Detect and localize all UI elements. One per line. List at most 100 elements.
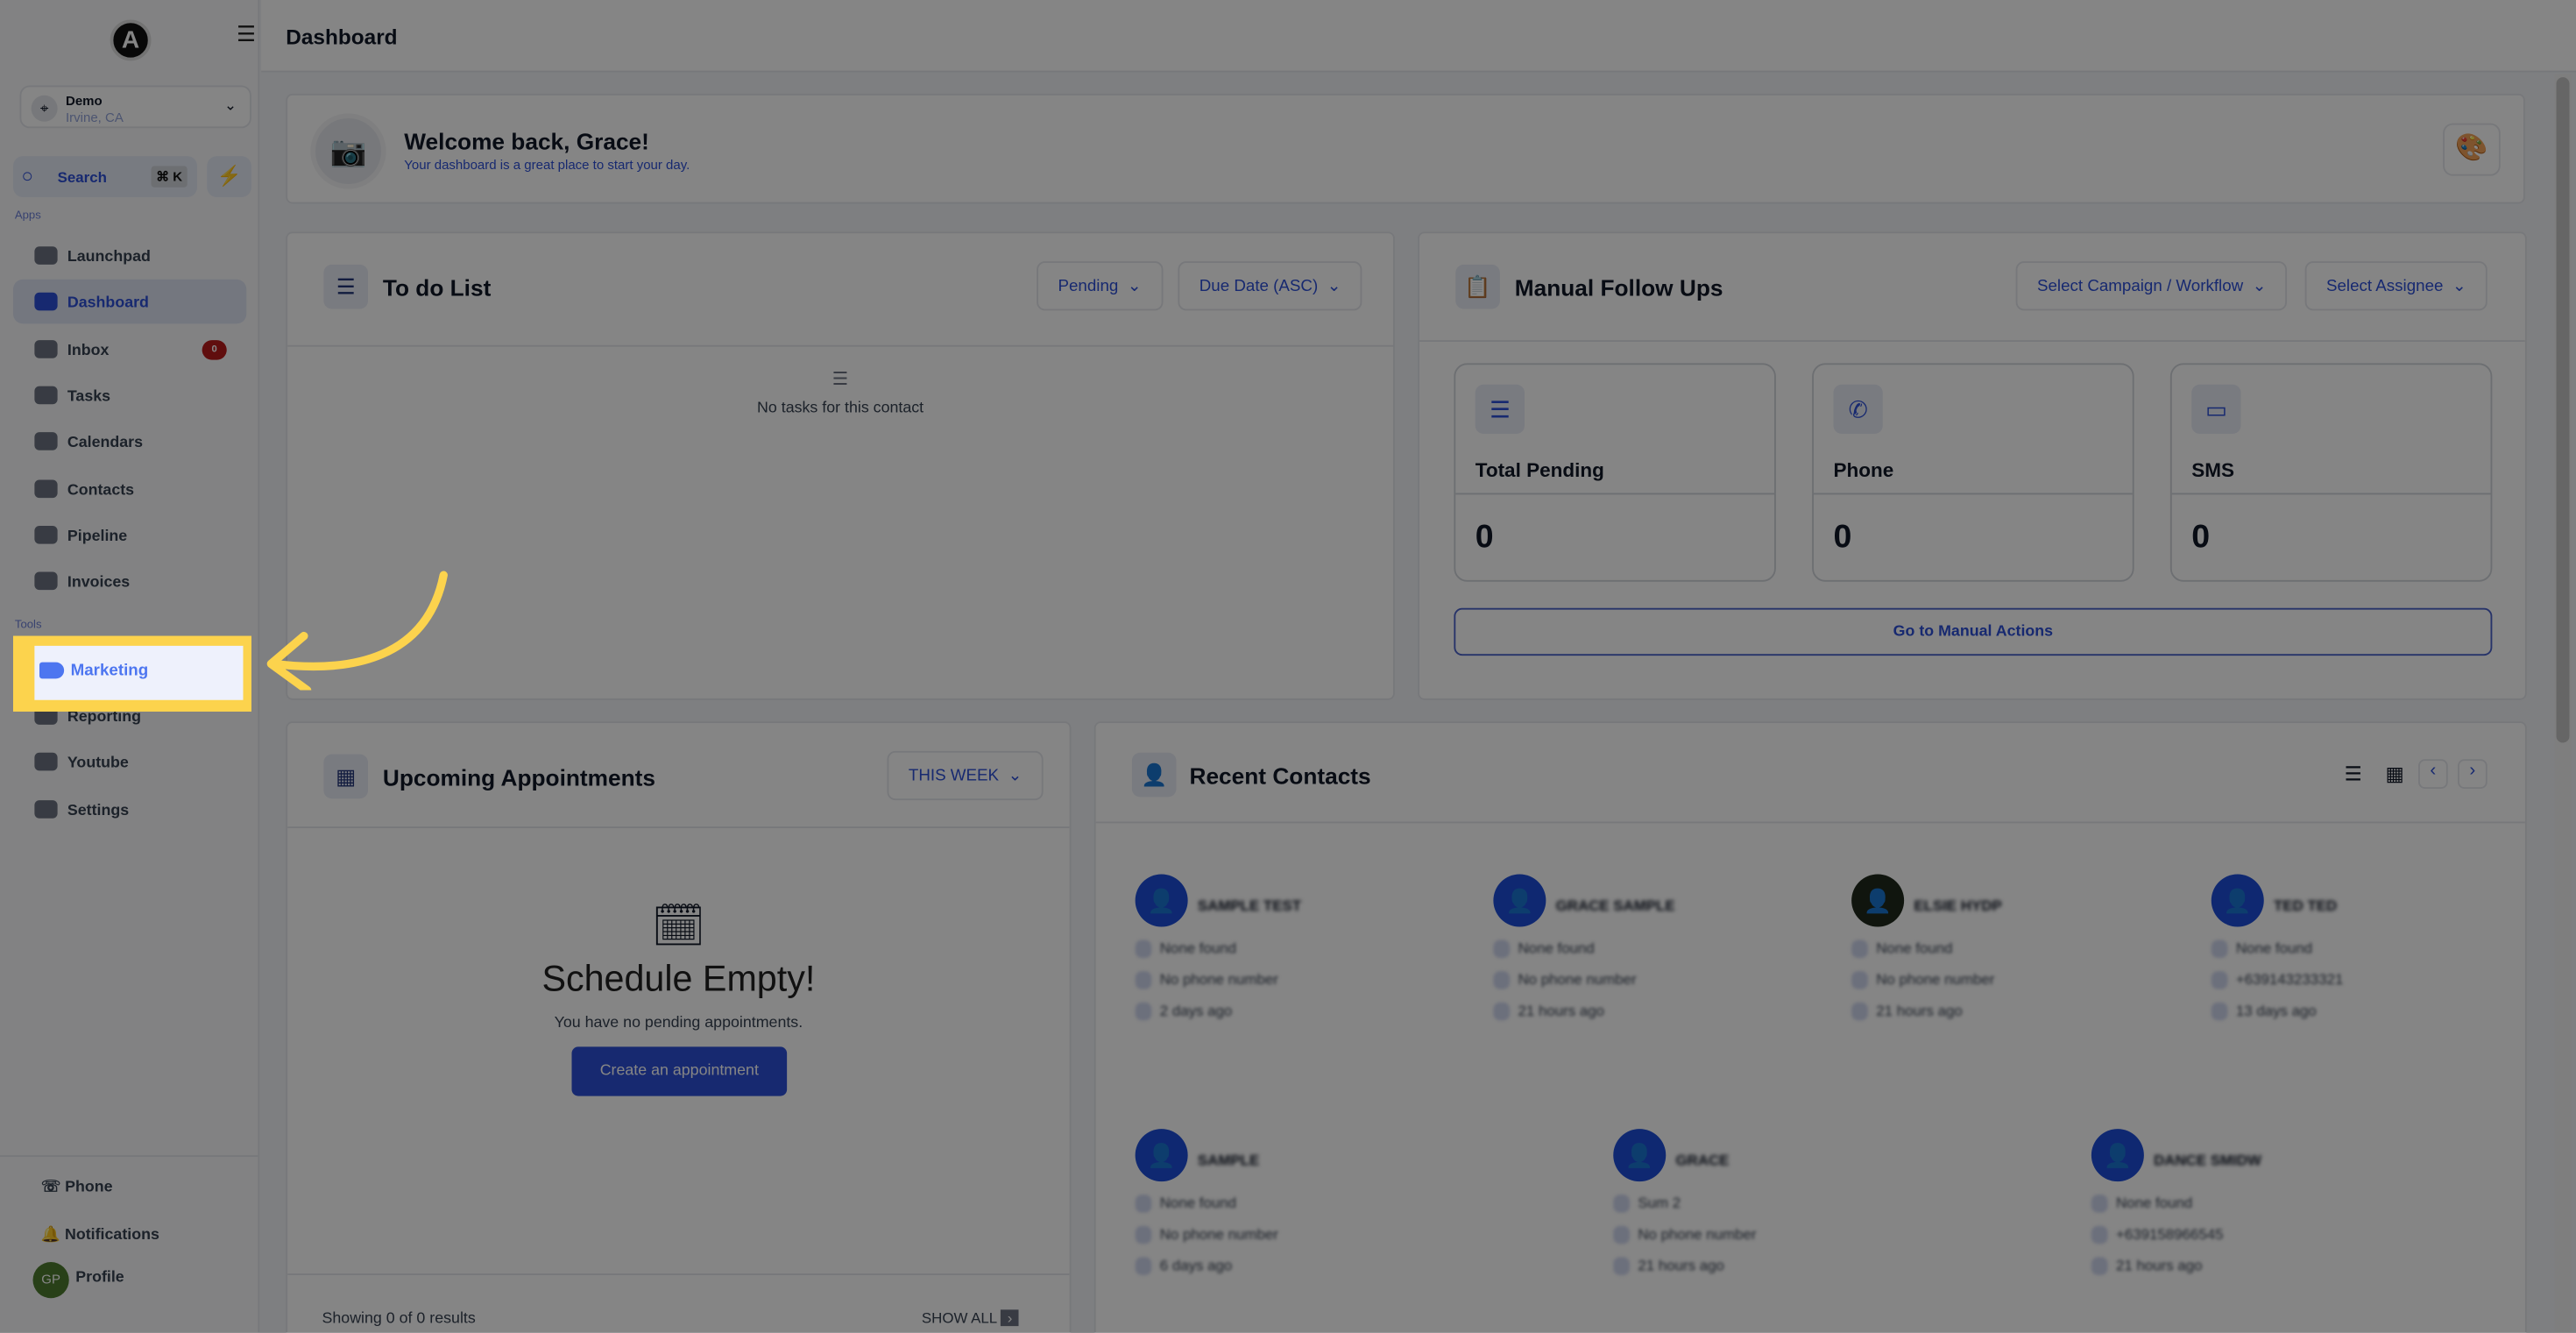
next-page-button[interactable]: › <box>2458 759 2488 789</box>
search-button[interactable]: ○ Search ⌘ K <box>13 156 197 197</box>
clock-icon <box>1135 1002 1152 1021</box>
sidebar-item-tasks[interactable]: Tasks <box>13 372 246 417</box>
appointments-title: Upcoming Appointments <box>382 763 655 791</box>
dashboard-icon <box>34 293 58 311</box>
contact-email-row: None found <box>2211 940 2312 959</box>
contact-phone-row: No phone number <box>1493 971 1637 989</box>
contact-email: None found <box>1159 1195 1237 1211</box>
sort-dropdown[interactable]: Due Date (ASC) ⌄ <box>1178 261 1362 311</box>
contact-card[interactable]: 👤 TED TED None found +639143233321 13 days a… <box>2211 874 2525 1088</box>
stat-label: SMS <box>2191 458 2235 482</box>
contact-phone-row: No phone number <box>1135 971 1278 989</box>
contact-time-row: 21 hours ago <box>1851 1003 1963 1021</box>
clipboard-check-icon: 📋 <box>1455 264 1500 309</box>
quick-actions-bolt-icon[interactable]: ⚡ <box>207 156 251 197</box>
contact-card[interactable]: 👤 DANCE SMIDW None found +639158966545 21 ho… <box>2091 1129 2420 1333</box>
assignee-dropdown[interactable]: Select Assignee ⌄ <box>2304 261 2488 311</box>
todo-empty-text: No tasks for this contact <box>757 399 924 418</box>
location-pin-icon: ⌖ <box>31 95 58 122</box>
contact-avatar: 👤 <box>1613 1129 1667 1182</box>
collapse-menu-icon[interactable]: ☰ <box>237 21 256 47</box>
sidebar-item-label: Tasks <box>67 387 111 406</box>
sidebar-item-youtube[interactable]: Youtube <box>13 740 246 784</box>
settings-icon <box>34 799 58 819</box>
search-icon: ○ <box>21 164 33 188</box>
contact-name: DANCE SMIDW <box>2154 1152 2261 1169</box>
clock-icon <box>2091 1257 2108 1276</box>
apps-section-label: Apps <box>14 210 41 223</box>
welcome-title: Welcome back, Grace! <box>404 128 649 155</box>
phone-icon: ✆ <box>1833 384 1883 434</box>
sidebar-item-contacts[interactable]: Contacts <box>13 466 246 511</box>
location-switcher[interactable]: ⌖ Demo Irvine, CA ⌄ <box>19 85 251 129</box>
contact-card[interactable]: 👤 GRACE SAMPLE None found No phone number 21… <box>1493 874 1822 1088</box>
sidebar-item-pipeline[interactable]: Pipeline <box>13 513 246 557</box>
palette-icon[interactable]: 🎨 <box>2443 123 2501 176</box>
contact-email-row: None found <box>1851 939 1953 959</box>
contact-name: SAMPLE <box>1197 1152 1260 1169</box>
page-scrollbar[interactable] <box>2554 74 2572 1333</box>
sidebar-item-dashboard[interactable]: Dashboard <box>13 280 247 324</box>
contact-time: 13 days ago <box>2235 1002 2317 1019</box>
sidebar-item-launchpad[interactable]: Launchpad <box>13 233 246 278</box>
contact-time-row: 21 hours ago <box>1613 1257 1724 1276</box>
contact-email: None found <box>1159 939 1237 957</box>
profile-photo-camera-icon[interactable]: 📷 <box>310 113 386 189</box>
contact-card[interactable]: 👤 SAMPLE None found No phone number 6 days a… <box>1135 1129 1464 1333</box>
phone-icon <box>1135 971 1152 989</box>
contact-card[interactable]: 👤 GRACE Sum 2 No phone number 21 hours ago <box>1613 1129 1942 1333</box>
contact-time: 21 hours ago <box>1638 1257 1724 1274</box>
profile-avatar[interactable]: GP <box>32 1262 69 1299</box>
inbox-count-badge: 0 <box>202 339 227 359</box>
grid-view-icon[interactable]: ▦ <box>2386 762 2404 785</box>
contacts-icon <box>34 479 58 498</box>
sidebar-item-label: Pipeline <box>67 527 128 546</box>
sms-stat: ▭ SMS 0 <box>2169 363 2493 582</box>
appointments-card: ▦ Upcoming Appointments THIS WEEK ⌄ 🗓 Sc… <box>286 721 1072 1333</box>
sidebar-item-invoices[interactable]: Invoices <box>13 559 246 604</box>
campaign-workflow-dropdown[interactable]: Select Campaign / Workflow ⌄ <box>2015 261 2288 311</box>
notifications-label: Notifications <box>65 1225 159 1244</box>
contact-card[interactable]: 👤 SAMPLE TEST None found No phone number 2 d… <box>1135 874 1464 1088</box>
schedule-empty-text: You have no pending appointments. <box>554 1013 803 1032</box>
stat-value: 0 <box>2171 493 2491 582</box>
sidebar-item-label: Inbox <box>67 341 110 359</box>
highlight-box: Marketing <box>13 635 251 712</box>
youtube-icon <box>34 753 58 771</box>
list-view-icon[interactable]: ☰ <box>2345 762 2362 785</box>
contact-name: TED TED <box>2274 897 2338 914</box>
app-logo[interactable]: A <box>110 19 152 61</box>
email-icon <box>1135 1195 1152 1213</box>
location-name: Demo <box>66 93 103 109</box>
sidebar-item-calendars[interactable]: Calendars <box>13 419 246 464</box>
prev-page-button[interactable]: ‹ <box>2418 759 2448 789</box>
contact-time-row: 13 days ago <box>2211 1002 2317 1021</box>
create-appointment-button[interactable]: Create an appointment <box>571 1046 788 1096</box>
date-range-dropdown[interactable]: THIS WEEK ⌄ <box>887 750 1044 801</box>
search-shortcut: ⌘ K <box>151 166 188 188</box>
profile-button[interactable]: Profile <box>75 1269 124 1287</box>
contact-name: GRACE SAMPLE <box>1555 897 1675 914</box>
contact-email: Sum 2 <box>1638 1195 1681 1211</box>
campaign-select-label: Select Campaign / Workflow <box>2037 277 2244 296</box>
sidebar-item-marketing[interactable]: Marketing <box>34 645 244 700</box>
contact-card[interactable]: 👤 ELSIE HYDP None found No phone number 21 h… <box>1851 874 2180 1088</box>
phone-label: Phone <box>65 1178 113 1196</box>
contact-email: None found <box>1876 939 1953 957</box>
go-to-manual-actions-button[interactable]: Go to Manual Actions <box>1454 607 2493 656</box>
contact-phone-row: No phone number <box>1135 1226 1278 1244</box>
contact-time-row: 6 days ago <box>1135 1257 1232 1276</box>
notifications-button[interactable]: 🔔 Notifications <box>41 1226 159 1244</box>
contact-avatar: 👤 <box>1851 874 1905 927</box>
show-all-button[interactable]: SHOW ALL › <box>922 1309 1019 1327</box>
welcome-card: 📷 Welcome back, Grace! Your dashboard is… <box>286 93 2525 204</box>
user-icon: 👤 <box>1131 752 1177 798</box>
status-filter-dropdown[interactable]: Pending ⌄ <box>1037 261 1163 311</box>
sidebar-item-inbox[interactable]: Inbox 0 <box>13 326 246 371</box>
scrollbar-thumb[interactable] <box>2556 77 2570 743</box>
phone-button[interactable]: ☏ Phone <box>41 1178 113 1196</box>
sidebar-item-settings[interactable]: Settings <box>13 787 246 832</box>
date-range-label: THIS WEEK <box>908 767 1000 786</box>
sidebar-item-label: Settings <box>67 801 130 820</box>
contact-phone: No phone number <box>1876 971 1995 988</box>
